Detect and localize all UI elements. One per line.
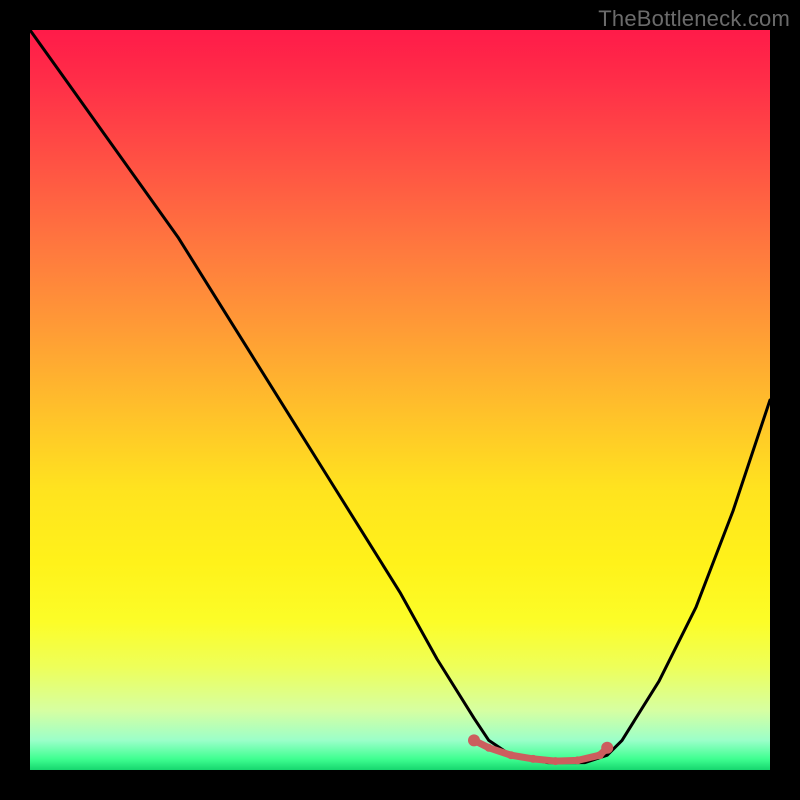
trough-marker xyxy=(507,751,515,759)
chart-frame: TheBottleneck.com xyxy=(0,0,800,800)
plot-area xyxy=(30,30,770,770)
trough-marker xyxy=(551,757,559,765)
watermark-text: TheBottleneck.com xyxy=(598,6,790,32)
trough-marker xyxy=(468,734,480,746)
bottleneck-curve-line xyxy=(30,30,770,763)
trough-marker xyxy=(574,756,582,764)
curve-svg xyxy=(30,30,770,770)
trough-marker xyxy=(529,755,537,763)
trough-marker xyxy=(596,751,604,759)
trough-marker xyxy=(485,744,493,752)
trough-marker xyxy=(601,742,613,754)
